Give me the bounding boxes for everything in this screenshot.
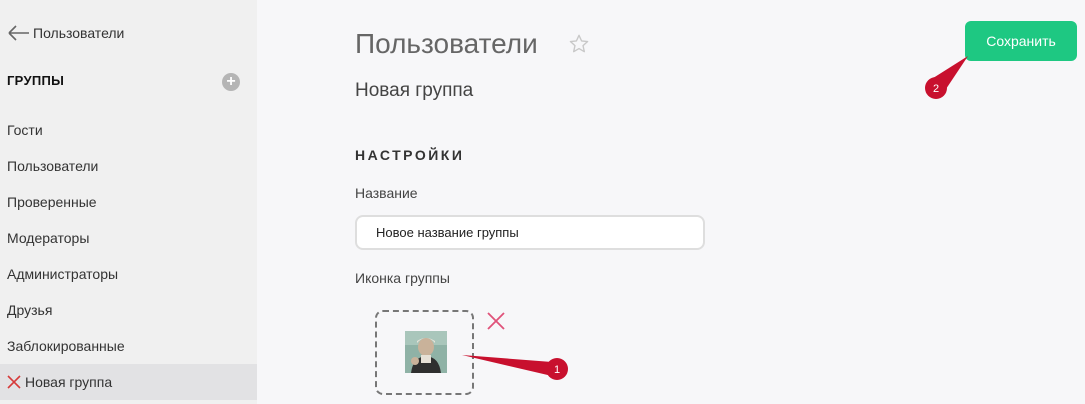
sidebar-item-label: Друзья — [7, 302, 53, 318]
sidebar-item-administrators[interactable]: Администраторы — [0, 256, 257, 292]
add-group-button[interactable]: + — [222, 73, 240, 91]
remove-icon[interactable] — [486, 311, 506, 331]
sidebar-item-label: Заблокированные — [7, 338, 125, 354]
sidebar-item-friends[interactable]: Друзья — [0, 292, 257, 328]
annotation-number-2: 2 — [933, 83, 939, 95]
sidebar-item-label: Пользователи — [7, 158, 99, 174]
group-list: Гости Пользователи Проверенные Модератор… — [0, 112, 257, 400]
group-icon-image — [405, 331, 447, 373]
back-link-label: Пользователи — [33, 25, 125, 41]
arrow-left-icon — [8, 25, 29, 41]
sidebar-item-new-group[interactable]: Новая группа — [0, 364, 257, 400]
sidebar-item-label: Проверенные — [7, 194, 97, 210]
star-icon[interactable] — [568, 33, 590, 55]
sidebar: Пользователи ГРУППЫ + Гости Пользователи… — [0, 0, 257, 404]
sidebar-item-verified[interactable]: Проверенные — [0, 184, 257, 220]
sidebar-item-label: Модераторы — [7, 230, 90, 246]
groups-heading: ГРУППЫ — [7, 73, 65, 88]
icon-label: Иконка группы — [355, 270, 450, 286]
save-button[interactable]: Сохранить — [965, 21, 1077, 61]
sidebar-item-users[interactable]: Пользователи — [0, 148, 257, 184]
icon-upload-area[interactable] — [375, 310, 474, 395]
sidebar-item-label: Новая группа — [25, 374, 113, 390]
annotation-number-1: 1 — [554, 364, 560, 376]
close-icon[interactable] — [7, 375, 21, 389]
sidebar-item-label: Администраторы — [7, 266, 119, 282]
page-title: Пользователи — [355, 28, 538, 59]
sidebar-item-guests[interactable]: Гости — [0, 112, 257, 148]
sidebar-item-moderators[interactable]: Модераторы — [0, 220, 257, 256]
sidebar-item-label: Гости — [7, 122, 43, 138]
page-subtitle: Новая группа — [355, 80, 474, 101]
name-label: Название — [355, 185, 418, 201]
annotation-marker-2: 2 — [925, 56, 968, 99]
section-title: НАСТРОЙКИ — [355, 147, 465, 163]
annotation-marker-1: 1 — [462, 355, 568, 380]
sidebar-item-blocked[interactable]: Заблокированные — [0, 328, 257, 364]
back-link[interactable]: Пользователи — [7, 22, 124, 44]
group-name-input[interactable] — [355, 215, 705, 250]
